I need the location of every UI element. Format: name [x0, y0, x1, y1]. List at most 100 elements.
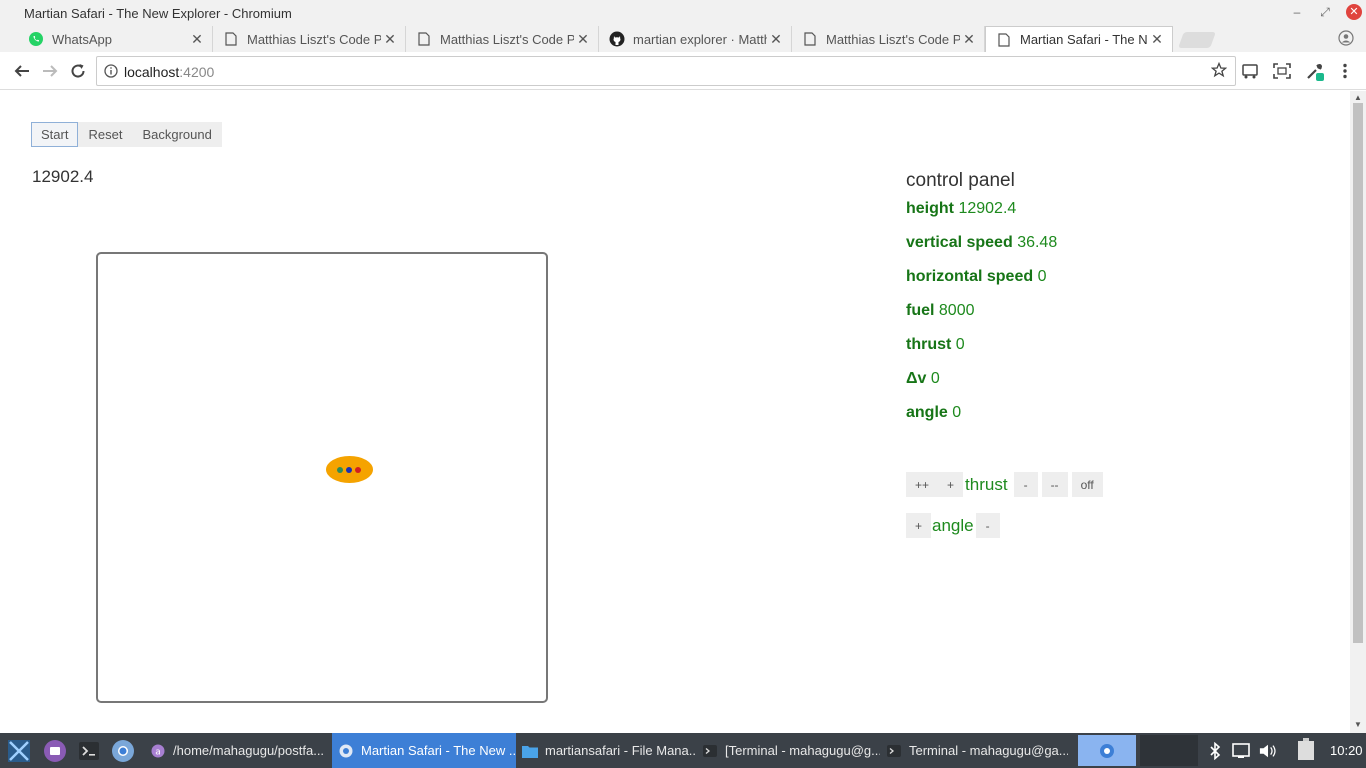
taskbar-item-martian-safari[interactable]: Martian Safari - The New ...	[332, 733, 516, 768]
taskbar-item-label: Martian Safari - The New ...	[361, 743, 516, 758]
url-port: :4200	[179, 64, 215, 80]
thrust-off-button[interactable]: off	[1071, 472, 1103, 497]
tab-label: martian explorer · Matth	[633, 31, 767, 47]
thrust-minus-button[interactable]: -	[1013, 472, 1038, 497]
tab-martian-safari[interactable]: Martian Safari - The Ne ✕	[985, 26, 1173, 52]
back-button[interactable]	[12, 61, 32, 81]
tab-label: Martian Safari - The Ne	[1020, 32, 1148, 47]
stat-label: vertical speed	[906, 234, 1013, 251]
terminal-icon	[702, 743, 718, 759]
back-arrow-icon	[14, 65, 29, 77]
taskbar-item-file-manager[interactable]: martiansafari - File Mana...	[516, 733, 696, 768]
scroll-up-arrow-icon[interactable]: ▲	[1354, 93, 1362, 102]
new-tab-button[interactable]	[1178, 32, 1216, 48]
page-content: Start Reset Background 12902.4 control p…	[0, 91, 1350, 733]
tab-code-page-3[interactable]: Matthias Liszt's Code P ✕	[792, 26, 985, 52]
forward-button[interactable]	[40, 61, 60, 81]
bookmark-star-icon[interactable]	[1210, 61, 1228, 83]
page-icon	[996, 32, 1012, 48]
stat-label: Δv	[906, 370, 927, 387]
stat-thrust: thrust 0	[906, 336, 965, 354]
chromium-launcher-icon[interactable]	[110, 738, 136, 764]
angle-minus-button[interactable]: -	[975, 513, 1000, 538]
tab-close-icon[interactable]: ✕	[188, 31, 206, 48]
profile-icon[interactable]	[1338, 30, 1354, 46]
whatsapp-icon	[28, 31, 44, 47]
app-menu-icon[interactable]	[6, 738, 32, 764]
background-button[interactable]: Background	[132, 122, 222, 147]
github-icon	[609, 31, 625, 47]
app-icon: a	[150, 743, 166, 759]
reload-icon	[71, 64, 85, 78]
reload-button[interactable]	[68, 61, 88, 81]
control-panel: control panel height 12902.4 vertical sp…	[906, 170, 1326, 538]
eyedropper-extension-icon[interactable]	[1305, 61, 1325, 81]
stat-value: 0	[955, 336, 965, 353]
angle-plus-button[interactable]: +	[906, 513, 932, 538]
taskbar-clock[interactable]: 10:20	[1330, 743, 1363, 758]
taskbar-item-postfa[interactable]: a /home/mahagugu/postfa...	[144, 733, 332, 768]
maximize-button[interactable]: ⤢	[1317, 4, 1333, 20]
start-button[interactable]: Start	[31, 122, 79, 147]
lander-light-green	[337, 467, 343, 473]
taskbar-item-label: /home/mahagugu/postfa...	[173, 743, 325, 758]
stat-value: 0	[930, 370, 940, 387]
tab-close-icon[interactable]: ✕	[574, 31, 592, 48]
game-canvas[interactable]	[96, 252, 548, 703]
page-scrollbar[interactable]: ▲ ▼	[1350, 91, 1366, 733]
stat-label: horizontal speed	[906, 268, 1034, 285]
workspace-switcher[interactable]	[1078, 735, 1136, 766]
tab-github[interactable]: martian explorer · Matth ✕	[599, 26, 792, 52]
forward-arrow-icon	[43, 65, 58, 77]
terminal-icon	[886, 743, 902, 759]
minimize-button[interactable]: –	[1289, 4, 1305, 20]
display-icon[interactable]	[1232, 742, 1250, 760]
window-title: Martian Safari - The New Explorer - Chro…	[24, 6, 292, 21]
taskbar-item-terminal-2[interactable]: Terminal - mahagugu@ga...	[880, 733, 1068, 768]
bluetooth-icon[interactable]	[1206, 742, 1224, 760]
fullscreen-icon[interactable]	[1272, 61, 1292, 81]
stat-value: 12902.4	[958, 200, 1017, 217]
scroll-down-arrow-icon[interactable]: ▼	[1354, 720, 1362, 729]
tab-code-page-2[interactable]: Matthias Liszt's Code P ✕	[406, 26, 599, 52]
thrust-minus-minus-button[interactable]: --	[1041, 472, 1068, 497]
stat-label: fuel	[906, 302, 935, 319]
scrollbar-thumb[interactable]	[1353, 103, 1363, 643]
stat-value: 0	[952, 404, 962, 421]
battery-icon[interactable]	[1297, 738, 1315, 760]
stat-label: angle	[906, 404, 948, 421]
lander-ship	[326, 456, 373, 483]
tab-code-page-1[interactable]: Matthias Liszt's Code P ✕	[213, 26, 406, 52]
close-window-button[interactable]: ✕	[1346, 4, 1362, 20]
taskbar-item-label: [Terminal - mahagugu@g...	[725, 743, 880, 758]
menu-kebab-icon[interactable]	[1335, 61, 1355, 81]
terminal-launcher-icon[interactable]	[76, 738, 102, 764]
page-icon	[223, 31, 239, 47]
tab-close-icon[interactable]: ✕	[1148, 31, 1166, 48]
folder-icon	[522, 743, 538, 759]
thrust-plus-plus-button[interactable]: ++	[906, 472, 939, 497]
url-text: localhost:4200	[124, 64, 214, 80]
stat-value: 36.48	[1017, 234, 1058, 251]
os-taskbar: a /home/mahagugu/postfa... Martian Safar…	[0, 733, 1366, 768]
info-icon[interactable]	[104, 64, 118, 83]
address-bar[interactable]: localhost:4200	[96, 56, 1236, 86]
volume-icon[interactable]	[1259, 742, 1277, 760]
tab-label: Matthias Liszt's Code P	[440, 31, 574, 47]
tab-close-icon[interactable]: ✕	[381, 31, 399, 48]
thrust-plus-button[interactable]: +	[938, 472, 964, 497]
workspace-2[interactable]	[1140, 735, 1198, 766]
stat-angle: angle 0	[906, 404, 961, 422]
tab-close-icon[interactable]: ✕	[767, 31, 785, 48]
taskbar-item-label: Terminal - mahagugu@ga...	[909, 743, 1068, 758]
tab-close-icon[interactable]: ✕	[960, 31, 978, 48]
reset-button[interactable]: Reset	[78, 122, 133, 147]
lander-light-red	[355, 467, 361, 473]
tab-label: Matthias Liszt's Code P	[826, 31, 960, 47]
tab-whatsapp[interactable]: WhatsApp ✕	[18, 26, 213, 52]
page-icon	[802, 31, 818, 47]
cast-icon[interactable]	[1240, 61, 1260, 81]
taskbar-item-terminal-1[interactable]: [Terminal - mahagugu@g...	[696, 733, 880, 768]
launcher-app-icon[interactable]	[42, 738, 68, 764]
stat-delta-v: Δv 0	[906, 370, 940, 388]
